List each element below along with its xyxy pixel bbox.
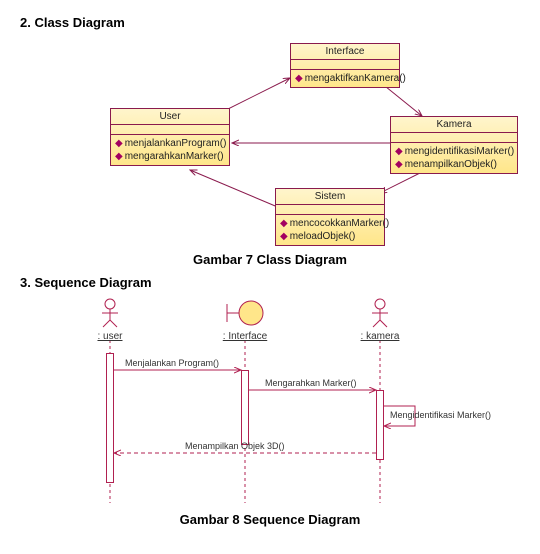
boundary-icon [223,298,267,328]
activation-kamera [376,390,384,460]
op-sistem-0: ◆mencocokkanMarker() [280,217,380,230]
class-sistem: Sistem ◆mencocokkanMarker() ◆meloadObjek… [275,188,385,246]
sequence-diagram: : user : Interface : kamera Menjalankan … [55,298,485,508]
msg-show-object: Menampilkan Objek 3D() [185,441,285,451]
op-kamera-0: ◆mengidentifikasiMarker() [395,145,513,158]
op-interface-0: ◆mengaktifkanKamera() [295,72,395,85]
lifeline-kamera-head: : kamera [345,298,415,342]
lifeline-user-label: : user [75,331,145,342]
activation-user [106,353,114,483]
section-3-heading: 3. Sequence Diagram [20,275,520,290]
lifeline-interface-label: : Interface [210,331,280,342]
activation-interface [241,370,249,445]
msg-aim-marker: Mengarahkan Marker() [265,378,357,388]
class-diagram-caption: Gambar 7 Class Diagram [20,252,520,267]
class-interface: Interface ◆mengaktifkanKamera() [290,43,400,88]
actor-icon [95,298,125,328]
class-user-title: User [111,109,229,125]
class-sistem-title: Sistem [276,189,384,205]
section-2-heading: 2. Class Diagram [20,15,520,30]
class-kamera: Kamera ◆mengidentifikasiMarker() ◆menamp… [390,116,518,174]
lifeline-kamera-label: : kamera [345,331,415,342]
class-diagram: Interface ◆mengaktifkanKamera() User ◆me… [80,38,500,248]
class-user: User ◆menjalankanProgram() ◆mengarahkanM… [110,108,230,166]
actor-icon [365,298,395,328]
msg-run-program: Menjalankan Program() [125,358,219,368]
op-kamera-1: ◆menampilkanObjek() [395,158,513,171]
op-user-1: ◆mengarahkanMarker() [115,150,225,163]
class-interface-title: Interface [291,44,399,60]
msg-identify-marker: Mengidentifikasi Marker() [390,410,491,420]
class-kamera-title: Kamera [391,117,517,133]
lifeline-user-head: : user [75,298,145,342]
op-user-0: ◆menjalankanProgram() [115,137,225,150]
op-sistem-1: ◆meloadObjek() [280,230,380,243]
sequence-diagram-caption: Gambar 8 Sequence Diagram [20,512,520,527]
lifeline-interface-head: : Interface [210,298,280,342]
